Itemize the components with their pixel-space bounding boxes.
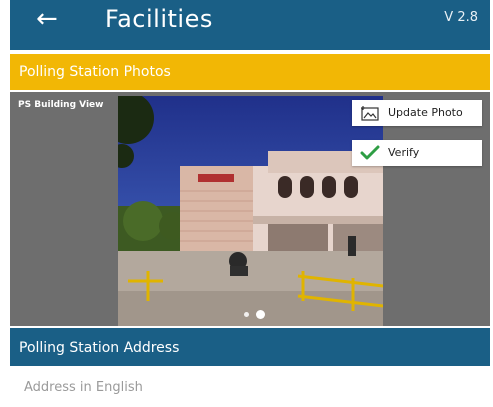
carousel-dot-1[interactable] [244, 312, 249, 317]
image-upload-icon [361, 106, 379, 121]
version-label: V 2.8 [444, 10, 478, 25]
photo-carousel[interactable]: PS Building View Update Photo Verify [10, 92, 490, 326]
page-title: Facilities [105, 5, 213, 33]
app-bar: ← Facilities V 2.8 [10, 0, 490, 50]
building-photo[interactable] [118, 96, 383, 326]
carousel-indicator [242, 310, 282, 320]
back-arrow-icon[interactable]: ← [36, 4, 70, 34]
building-photo-image [118, 96, 383, 326]
polling-station-photos-header: Polling Station Photos [10, 54, 490, 90]
address-english-label: Address in English [24, 380, 143, 395]
section-title: Polling Station Address [19, 340, 180, 356]
address-english-field[interactable]: Address in English [10, 372, 490, 404]
verify-button[interactable]: Verify [352, 140, 482, 166]
update-photo-label: Update Photo [388, 106, 463, 119]
update-photo-button[interactable]: Update Photo [352, 100, 482, 126]
polling-station-address-header: Polling Station Address [10, 328, 490, 366]
verify-label: Verify [388, 146, 420, 159]
checkmark-icon [360, 145, 380, 160]
section-title: Polling Station Photos [19, 64, 171, 80]
carousel-dot-2-active[interactable] [256, 310, 265, 319]
ps-building-view-label: PS Building View [18, 100, 104, 110]
